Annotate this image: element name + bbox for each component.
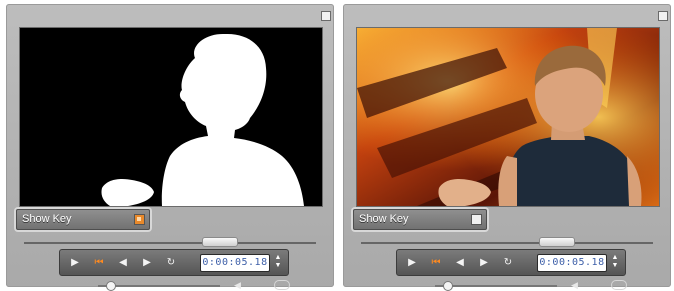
detach-window-button[interactable] bbox=[321, 11, 331, 21]
detach-window-button[interactable] bbox=[658, 11, 668, 21]
loop-icon[interactable]: ↻ bbox=[162, 255, 180, 270]
left-player-panel: Show Key ▶ ⏮ ◀ ▶ ↻ 0:00:05.18 ▲ ▼ ◀ bbox=[6, 4, 334, 291]
go-to-start-icon[interactable]: ⏮ bbox=[90, 255, 108, 270]
go-to-start-icon[interactable]: ⏮ bbox=[427, 255, 445, 270]
timecode-field[interactable]: 0:00:05.18 bbox=[200, 254, 270, 272]
play-icon[interactable]: ▶ bbox=[403, 255, 421, 270]
composite-preview-viewer bbox=[356, 27, 660, 207]
transport-bar: ▶ ⏮ ◀ ▶ ↻ 0:00:05.18 ▲ ▼ bbox=[59, 249, 289, 276]
key-matte-image bbox=[20, 28, 322, 206]
audio-loop-icon[interactable] bbox=[274, 280, 290, 290]
step-forward-icon[interactable]: ▶ bbox=[475, 255, 493, 270]
show-key-checkbox[interactable] bbox=[471, 214, 482, 225]
play-icon[interactable]: ▶ bbox=[66, 255, 84, 270]
speaker-icon[interactable]: ◀ bbox=[571, 280, 583, 290]
step-back-icon[interactable]: ◀ bbox=[114, 255, 132, 270]
timecode-spinner-icon[interactable]: ▲ ▼ bbox=[272, 254, 284, 270]
show-key-label: Show Key bbox=[359, 213, 409, 225]
volume-slider-track[interactable] bbox=[98, 285, 220, 287]
show-key-label: Show Key bbox=[22, 213, 72, 225]
show-key-toggle[interactable]: Show Key bbox=[353, 209, 487, 230]
step-forward-icon[interactable]: ▶ bbox=[138, 255, 156, 270]
show-key-toggle[interactable]: Show Key bbox=[16, 209, 150, 230]
scrubber-handle[interactable] bbox=[539, 237, 575, 247]
timecode-field[interactable]: 0:00:05.18 bbox=[537, 254, 607, 272]
audio-loop-icon[interactable] bbox=[611, 280, 627, 290]
volume-slider-handle[interactable] bbox=[106, 281, 116, 291]
composite-video-frame bbox=[357, 28, 659, 206]
key-preview-viewer bbox=[19, 27, 323, 207]
volume-slider-track[interactable] bbox=[435, 285, 557, 287]
transport-bar: ▶ ⏮ ◀ ▶ ↻ 0:00:05.18 ▲ ▼ bbox=[396, 249, 626, 276]
timecode-spinner-icon[interactable]: ▲ ▼ bbox=[609, 254, 621, 270]
scrubber-track[interactable] bbox=[361, 242, 653, 244]
loop-icon[interactable]: ↻ bbox=[499, 255, 517, 270]
volume-slider-handle[interactable] bbox=[443, 281, 453, 291]
step-back-icon[interactable]: ◀ bbox=[451, 255, 469, 270]
speaker-icon[interactable]: ◀ bbox=[234, 280, 246, 290]
scrubber-handle[interactable] bbox=[202, 237, 238, 247]
right-player-panel: Show Key ▶ ⏮ ◀ ▶ ↻ 0:00:05.18 ▲ ▼ ◀ bbox=[343, 4, 671, 291]
scrubber-track[interactable] bbox=[24, 242, 316, 244]
show-key-checkbox[interactable] bbox=[134, 214, 145, 225]
